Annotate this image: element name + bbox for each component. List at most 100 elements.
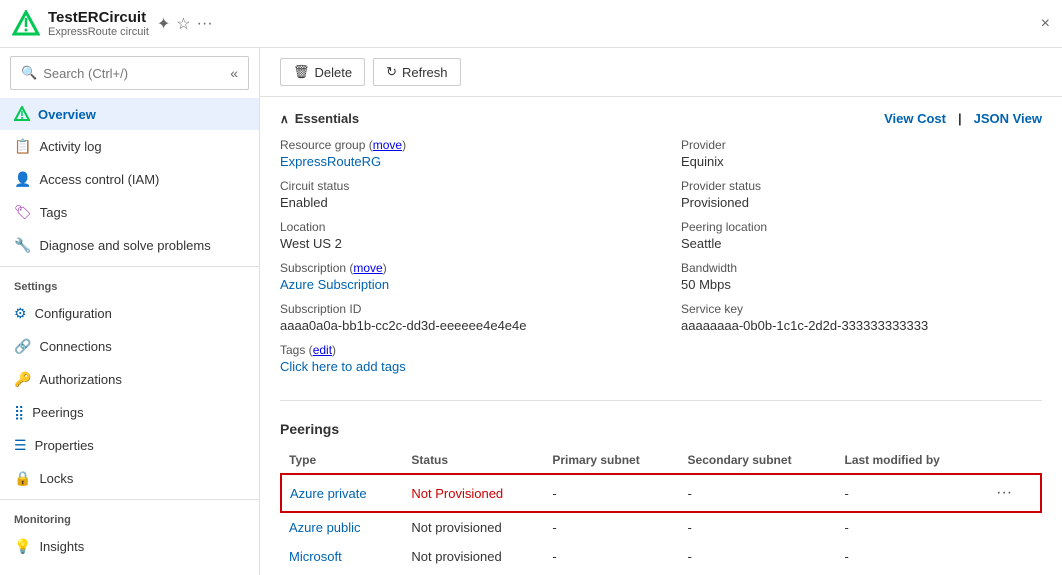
provider-value: Equinix: [681, 154, 1042, 169]
azure-private-link[interactable]: Azure private: [290, 486, 367, 501]
move-link[interactable]: move: [373, 138, 402, 152]
sidebar-item-diagnose[interactable]: 🔧 Diagnose and solve problems: [0, 229, 259, 262]
last-modified-cell: -: [837, 474, 983, 512]
subscription-label: Subscription (move): [280, 261, 641, 275]
col-primary-subnet: Primary subnet: [544, 447, 679, 474]
connections-icon: 🔗: [14, 338, 31, 355]
microsoft-link[interactable]: Microsoft: [289, 549, 342, 564]
actions-cell: [982, 512, 1041, 542]
add-tags-link[interactable]: Click here to add tags: [280, 359, 406, 374]
section-divider: [280, 400, 1042, 401]
secondary-subnet-cell: -: [680, 474, 837, 512]
essentials-resource-group: Resource group (move) ExpressRouteRG: [280, 138, 641, 169]
sub-move-link[interactable]: move: [353, 261, 382, 275]
primary-subnet-cell: -: [544, 542, 679, 571]
main-layout: 🔍 « Overview 📋 Activity log 👤 Access con…: [0, 48, 1062, 575]
refresh-icon: ↻: [386, 64, 397, 80]
locks-icon: 🔒: [14, 470, 31, 487]
last-modified-cell: -: [837, 512, 983, 542]
star-icon[interactable]: ☆: [176, 14, 190, 34]
search-icon: 🔍: [21, 65, 37, 81]
essentials-tags: Tags (edit) Click here to add tags: [280, 343, 641, 374]
collapse-icon[interactable]: «: [230, 65, 238, 81]
sidebar-item-access-control[interactable]: 👤 Access control (IAM): [0, 163, 259, 196]
bandwidth-label: Bandwidth: [681, 261, 1042, 275]
essentials-header-left: ∧ Essentials: [280, 111, 359, 126]
properties-icon: ☰: [14, 437, 27, 454]
sidebar-item-configuration[interactable]: ⚙ Configuration: [0, 297, 259, 330]
sidebar-item-overview[interactable]: Overview: [0, 98, 259, 130]
essentials-bandwidth: Bandwidth 50 Mbps: [681, 261, 1042, 292]
resource-group-link[interactable]: ExpressRouteRG: [280, 154, 381, 169]
resource-group-label: Resource group (move): [280, 138, 641, 152]
resource-type: ExpressRoute circuit: [48, 26, 149, 38]
more-icon[interactable]: ···: [197, 15, 213, 33]
subscription-link[interactable]: Azure Subscription: [280, 277, 389, 292]
sidebar-item-label: Access control (IAM): [39, 172, 159, 187]
essentials-grid: Resource group (move) ExpressRouteRG Pro…: [280, 138, 1042, 374]
sidebar-item-label: Authorizations: [39, 372, 121, 387]
essentials-actions: View Cost | JSON View: [884, 111, 1042, 126]
sidebar-item-activity-log[interactable]: 📋 Activity log: [0, 130, 259, 163]
subscription-value: Azure Subscription: [280, 277, 641, 292]
essentials-section: ∧ Essentials View Cost | JSON View Resou…: [260, 97, 1062, 388]
table-header-row: Type Status Primary subnet Secondary sub…: [281, 447, 1041, 474]
refresh-button[interactable]: ↻ Refresh: [373, 58, 460, 86]
monitoring-section-label: Monitoring: [0, 504, 259, 530]
circuit-status-value: Enabled: [280, 195, 641, 210]
close-button[interactable]: ×: [1041, 15, 1050, 33]
col-status: Status: [403, 447, 544, 474]
type-cell: Microsoft: [281, 542, 403, 571]
sidebar-item-authorizations[interactable]: 🔑 Authorizations: [0, 363, 259, 396]
sidebar-item-label: Locks: [39, 471, 73, 486]
delete-button[interactable]: 🗑 Delete: [280, 58, 365, 86]
peerings-table: Type Status Primary subnet Secondary sub…: [280, 447, 1042, 571]
peering-location-value: Seattle: [681, 236, 1042, 251]
json-view-link[interactable]: JSON View: [974, 111, 1042, 126]
view-cost-link[interactable]: View Cost: [884, 111, 946, 126]
refresh-label: Refresh: [402, 65, 448, 80]
authorizations-icon: 🔑: [14, 371, 31, 388]
subscription-id-value: aaaa0a0a-bb1b-cc2c-dd3d-eeeeee4e4e4e: [280, 318, 641, 333]
sidebar-item-peerings[interactable]: ⣿ Peerings: [0, 396, 259, 429]
edit-link[interactable]: edit: [313, 343, 332, 357]
location-value: West US 2: [280, 236, 641, 251]
table-row: Azure public Not provisioned - - -: [281, 512, 1041, 542]
essentials-provider: Provider Equinix: [681, 138, 1042, 169]
peering-location-label: Peering location: [681, 220, 1042, 234]
triangle-icon: [14, 106, 30, 122]
service-key-value: aaaaaaaa-0b0b-1c1c-2d2d-333333333333: [681, 318, 1042, 333]
search-input[interactable]: [43, 66, 230, 81]
actions-cell: [982, 542, 1041, 571]
col-secondary-subnet: Secondary subnet: [680, 447, 837, 474]
sidebar-item-label: Tags: [40, 205, 67, 220]
activity-log-icon: 📋: [14, 138, 31, 155]
sidebar-item-tags[interactable]: 🏷 Tags: [0, 196, 259, 229]
access-control-icon: 👤: [14, 171, 31, 188]
row-ellipsis-button[interactable]: ···: [990, 482, 1018, 504]
sidebar-item-locks[interactable]: 🔒 Locks: [0, 462, 259, 495]
sidebar-item-label: Overview: [38, 107, 96, 122]
title-bar-text: TestERCircuit ExpressRoute circuit: [48, 9, 149, 38]
essentials-service-key: Service key aaaaaaaa-0b0b-1c1c-2d2d-3333…: [681, 302, 1042, 333]
sidebar-item-properties[interactable]: ☰ Properties: [0, 429, 259, 462]
pin-icon[interactable]: ✦: [157, 14, 170, 34]
sidebar-item-connections[interactable]: 🔗 Connections: [0, 330, 259, 363]
sidebar-item-insights[interactable]: 💡 Insights: [0, 530, 259, 563]
azure-public-link[interactable]: Azure public: [289, 520, 361, 535]
diagnose-icon: 🔧: [14, 237, 31, 254]
resource-name: TestERCircuit: [48, 9, 149, 26]
sidebar-divider-2: [0, 499, 259, 500]
status-cell: Not provisioned: [403, 542, 544, 571]
configuration-icon: ⚙: [14, 305, 27, 322]
table-row: Microsoft Not provisioned - - -: [281, 542, 1041, 571]
bandwidth-value: 50 Mbps: [681, 277, 1042, 292]
primary-subnet-cell: -: [544, 512, 679, 542]
essentials-subscription-id: Subscription ID aaaa0a0a-bb1b-cc2c-dd3d-…: [280, 302, 641, 333]
peerings-title: Peerings: [280, 421, 1042, 437]
provider-label: Provider: [681, 138, 1042, 152]
sidebar-item-label: Diagnose and solve problems: [39, 238, 210, 253]
location-label: Location: [280, 220, 641, 234]
toolbar: 🗑 Delete ↻ Refresh: [260, 48, 1062, 97]
type-cell: Azure private: [281, 474, 403, 512]
